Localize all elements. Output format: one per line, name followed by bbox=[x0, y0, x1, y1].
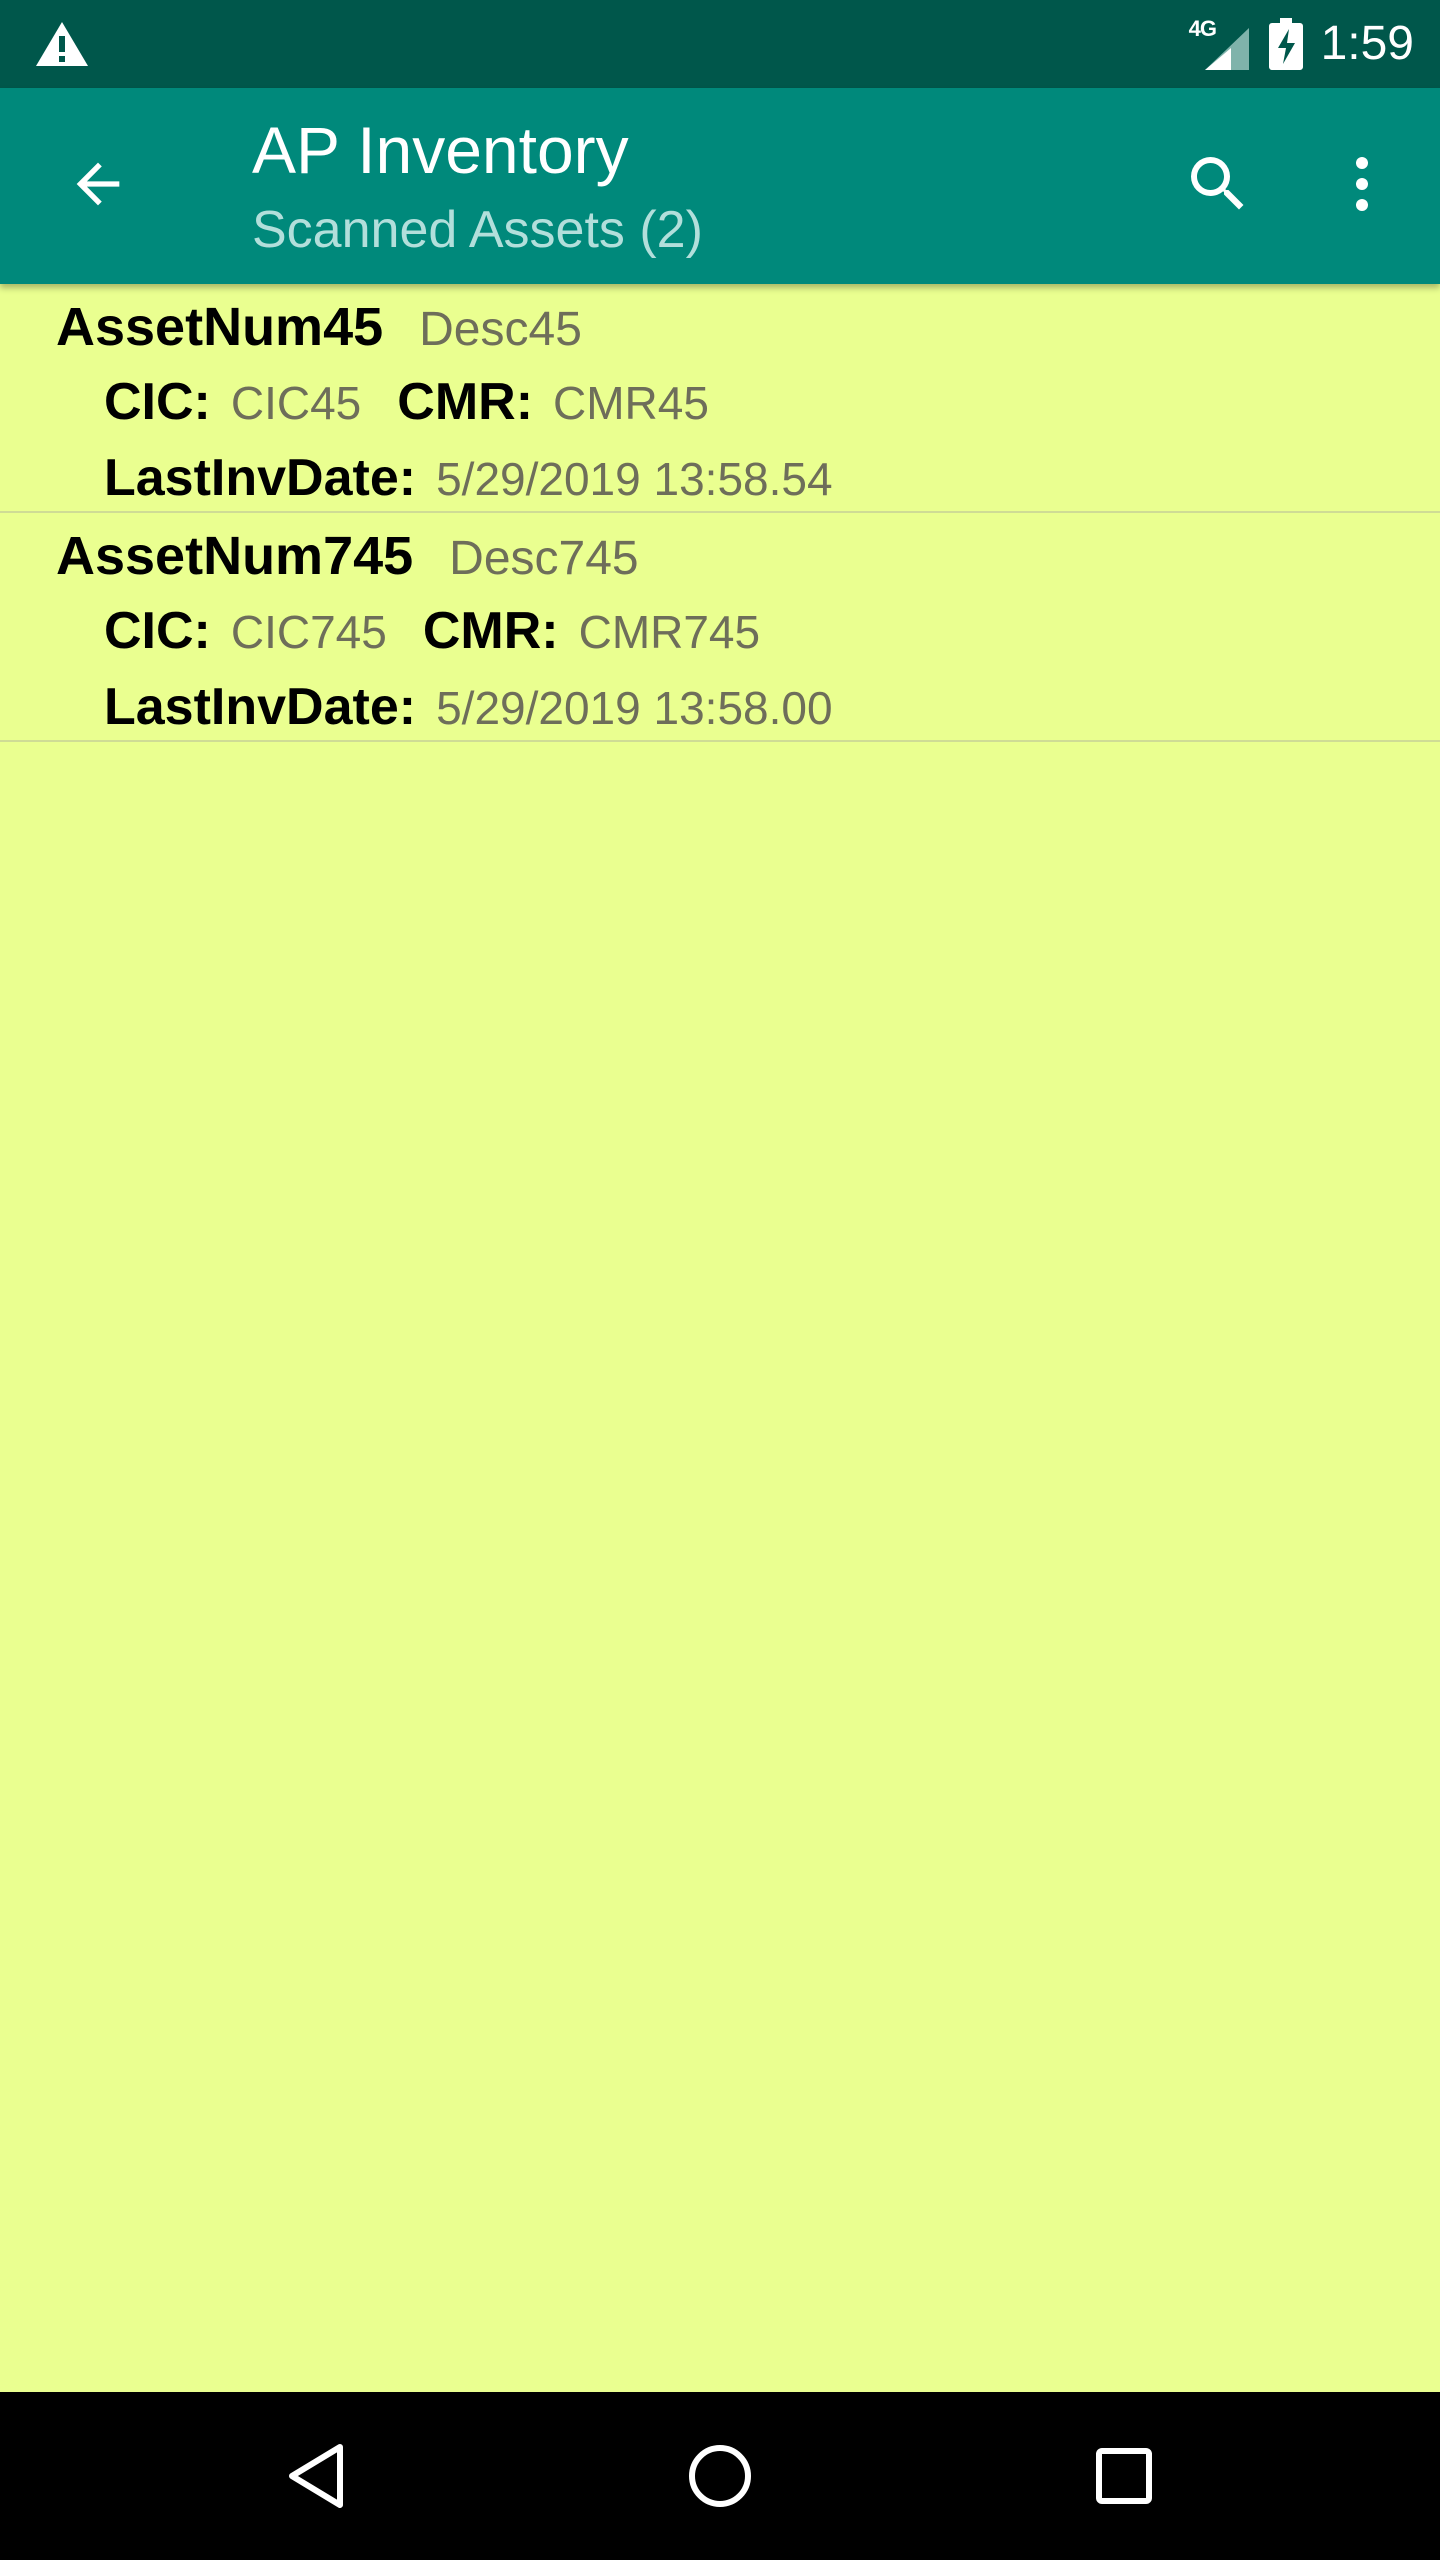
status-clock: 1:59 bbox=[1320, 17, 1414, 70]
system-nav-bar bbox=[0, 2392, 1440, 2560]
list-item[interactable]: AssetNum45 Desc45 CIC: CIC45 CMR: CMR45 … bbox=[0, 284, 1440, 513]
cmr-label: CMR: bbox=[422, 602, 559, 660]
status-bar: 4G 1:59 bbox=[0, 0, 1440, 88]
cic-value: CIC45 bbox=[230, 377, 362, 429]
list-item[interactable]: AssetNum745 Desc745 CIC: CIC745 CMR: CMR… bbox=[0, 513, 1440, 742]
battery-charging-icon bbox=[1268, 18, 1303, 70]
last-inv-date-value: 5/29/2019 13:58.00 bbox=[436, 682, 833, 734]
cmr-value: CMR45 bbox=[553, 377, 709, 429]
last-inv-date-label: LastInvDate: bbox=[104, 449, 417, 507]
search-button[interactable] bbox=[1166, 132, 1270, 236]
asset-codes: CIC: CIC45 CMR: CMR45 bbox=[104, 372, 709, 432]
asset-last-inventory: LastInvDate: 5/29/2019 13:58.54 bbox=[104, 448, 833, 508]
cic-label: CIC: bbox=[104, 602, 211, 660]
cic-value: CIC745 bbox=[230, 606, 387, 658]
nav-recent-button[interactable] bbox=[1074, 2426, 1174, 2526]
asset-last-inventory: LastInvDate: 5/29/2019 13:58.00 bbox=[104, 677, 833, 737]
back-button[interactable] bbox=[46, 132, 150, 236]
nav-home-button[interactable] bbox=[670, 2426, 770, 2526]
asset-header: AssetNum45 Desc45 bbox=[56, 296, 582, 358]
cic-label: CIC: bbox=[104, 373, 211, 431]
cmr-value: CMR745 bbox=[578, 606, 761, 658]
asset-description: Desc745 bbox=[449, 532, 639, 585]
page-title: AP Inventory bbox=[252, 113, 629, 187]
app-bar: AP Inventory Scanned Assets (2) bbox=[0, 88, 1440, 284]
asset-list: AssetNum45 Desc45 CIC: CIC45 CMR: CMR45 … bbox=[0, 284, 1440, 742]
asset-number: AssetNum45 bbox=[56, 297, 384, 357]
search-icon bbox=[1191, 157, 1244, 210]
asset-codes: CIC: CIC745 CMR: CMR745 bbox=[104, 601, 760, 661]
arrow-back-icon bbox=[76, 162, 120, 206]
asset-header: AssetNum745 Desc745 bbox=[56, 525, 639, 587]
more-options-button[interactable] bbox=[1310, 132, 1414, 236]
page-subtitle: Scanned Assets (2) bbox=[252, 201, 703, 259]
nav-home-circle-icon bbox=[689, 2445, 751, 2507]
network-indicator: 4G bbox=[1189, 16, 1251, 72]
nav-back-triangle-icon bbox=[289, 2444, 343, 2508]
cmr-label: CMR: bbox=[397, 373, 534, 431]
signal-icon bbox=[1204, 28, 1249, 70]
last-inv-date-value: 5/29/2019 13:58.54 bbox=[436, 453, 833, 505]
last-inv-date-label: LastInvDate: bbox=[104, 678, 417, 736]
asset-description: Desc45 bbox=[419, 303, 582, 356]
more-vert-icon bbox=[1356, 157, 1368, 211]
nav-recent-square-icon bbox=[1096, 2448, 1152, 2504]
asset-number: AssetNum745 bbox=[56, 526, 414, 586]
nav-back-button[interactable] bbox=[266, 2426, 366, 2526]
warning-icon bbox=[36, 22, 88, 66]
